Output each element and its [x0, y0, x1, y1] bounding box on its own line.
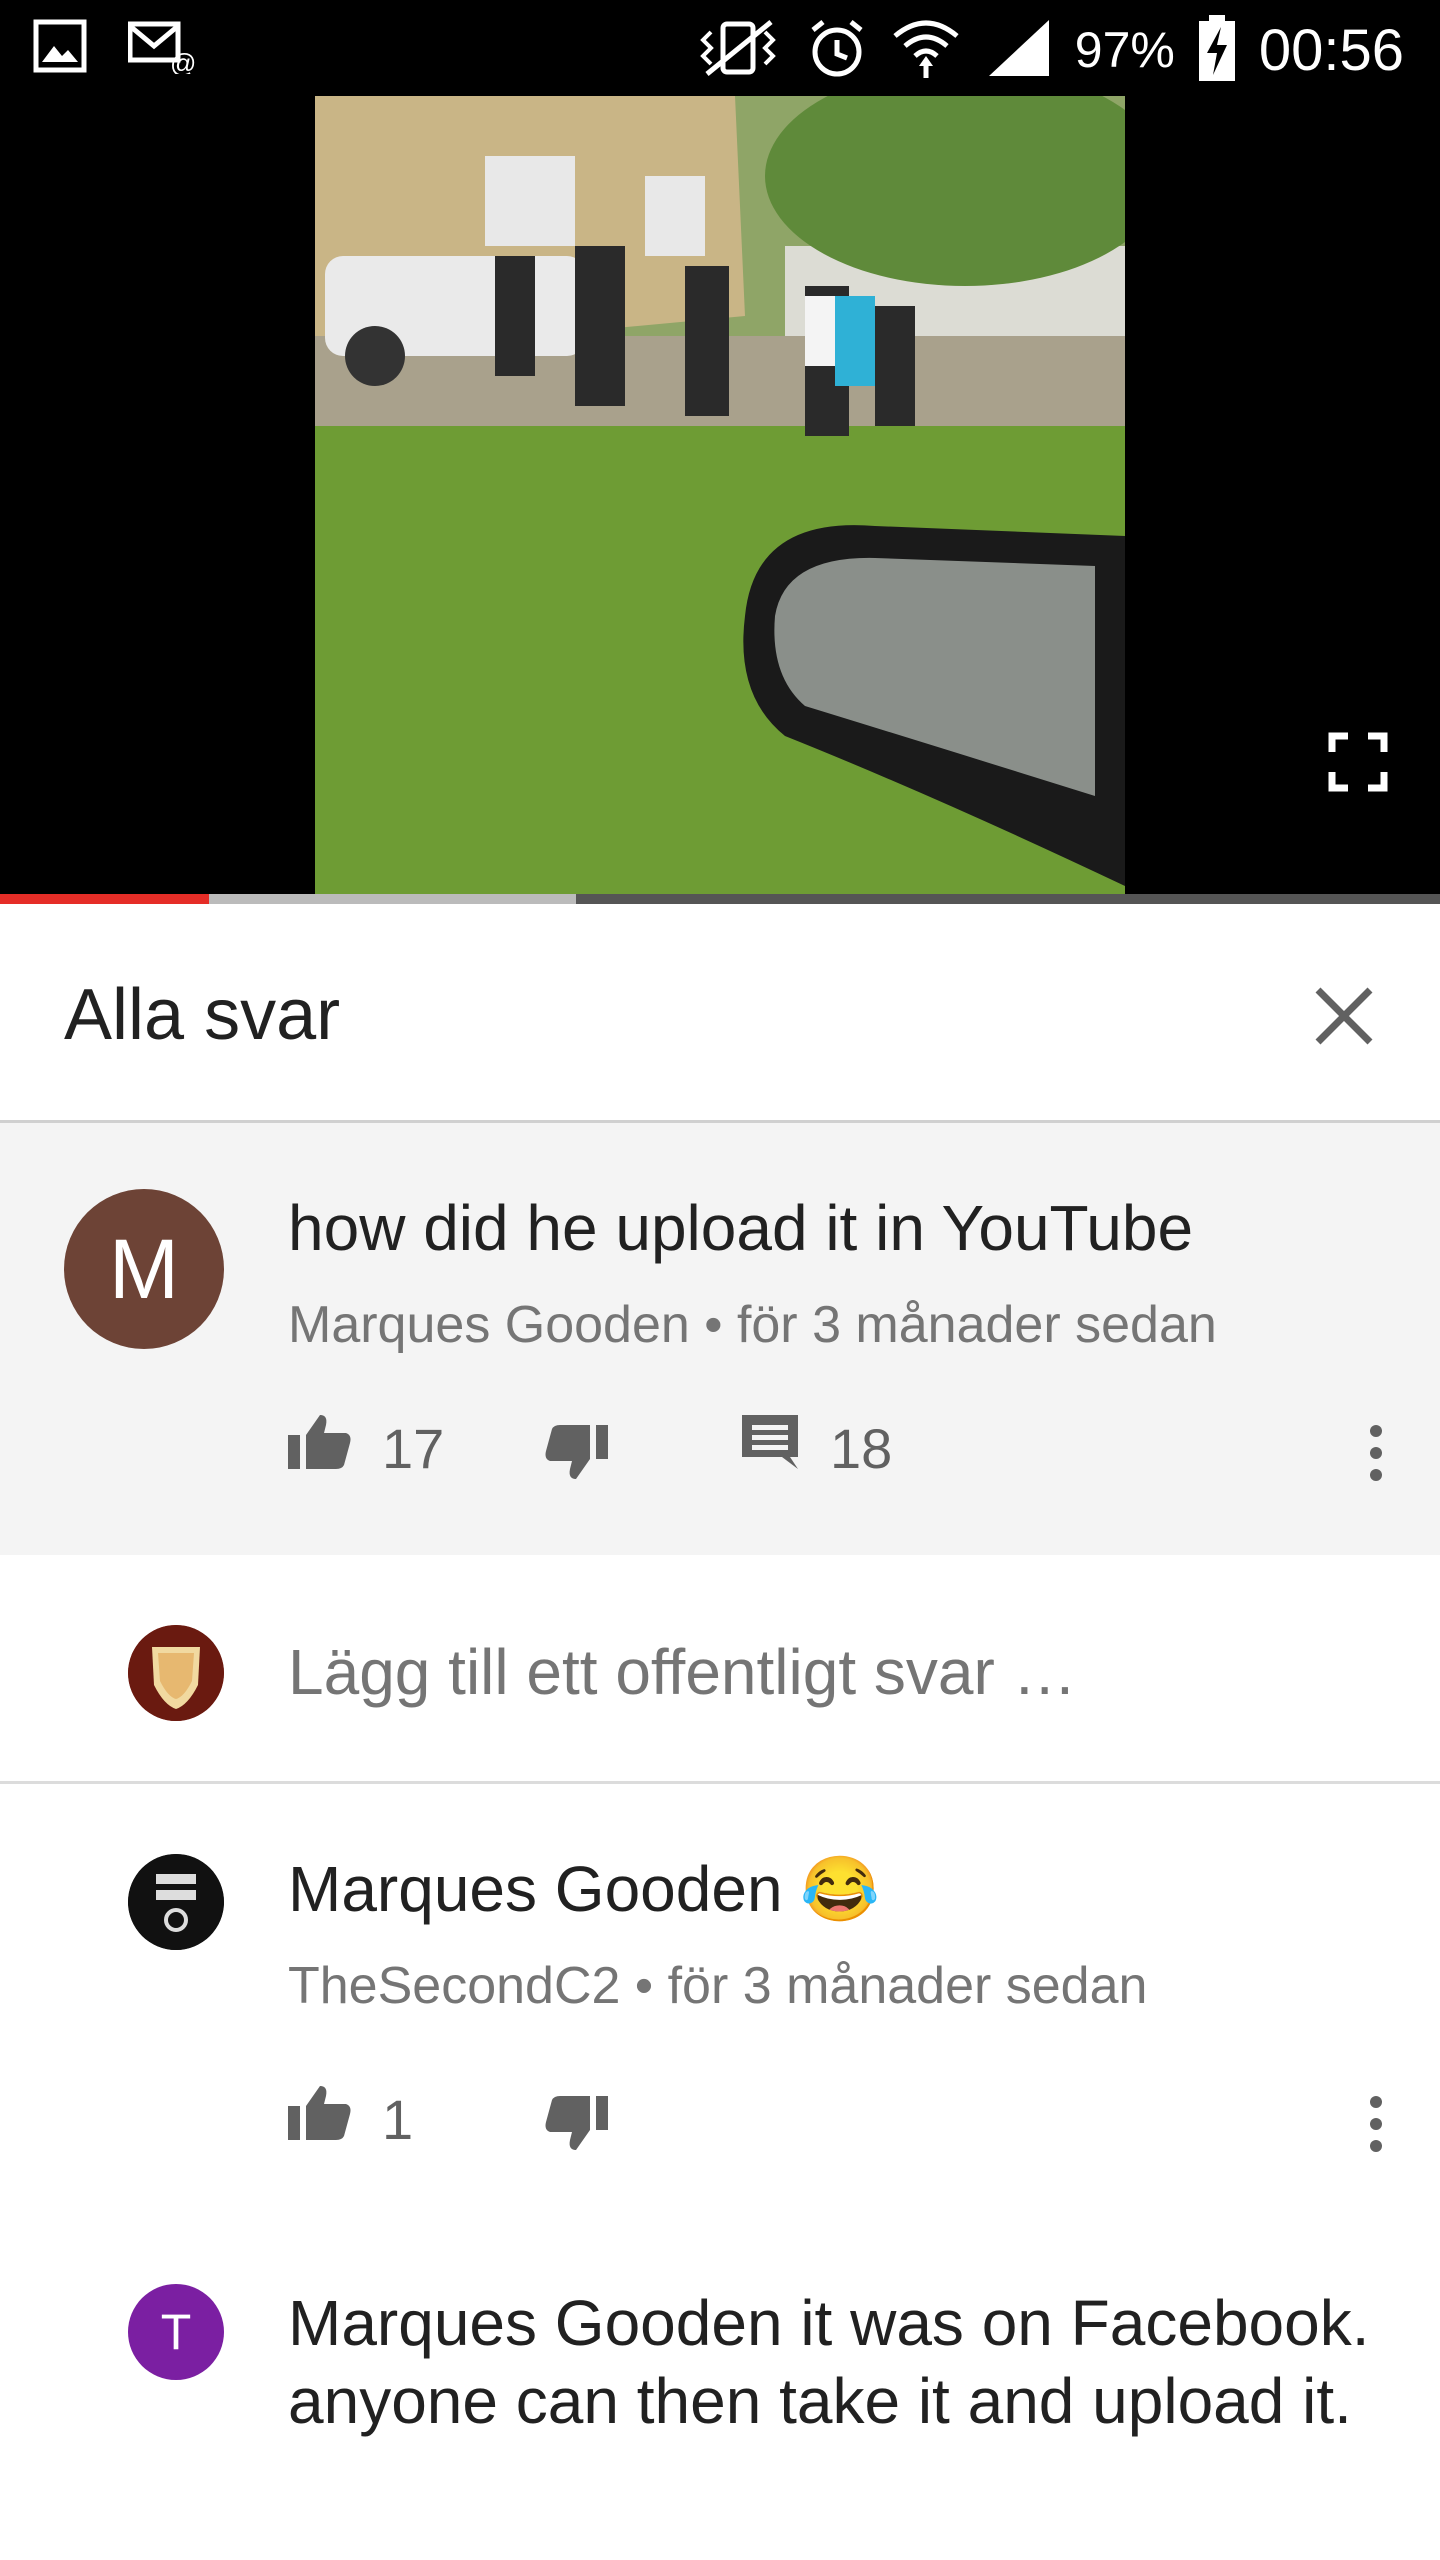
comment-author[interactable]: Marques Gooden: [288, 1296, 690, 1354]
main-comment: M how did he upload it in YouTube Marque…: [0, 1123, 1440, 1555]
comment-author[interactable]: TheSecondC2: [288, 1957, 620, 2015]
progress-played: [0, 894, 209, 904]
comment-age: för 3 månader sedan: [736, 1296, 1217, 1354]
comment-meta: TheSecondC2 • för 3 månader sedan: [288, 1956, 1147, 2016]
avatar[interactable]: [128, 1854, 224, 1950]
replies-header: Alla svar: [0, 904, 1440, 1123]
reply-count: 18: [830, 1417, 893, 1480]
meta-separator: •: [704, 1296, 723, 1354]
dislike-button[interactable]: [544, 2094, 608, 2165]
gallery-icon: [32, 18, 88, 79]
more-options-icon[interactable]: [1356, 1423, 1396, 1503]
more-options-icon[interactable]: [1356, 2094, 1396, 2174]
comment-age: för 3 månader sedan: [667, 1957, 1148, 2015]
video-player[interactable]: [0, 96, 1440, 904]
comment-meta: Marques Gooden • för 3 månader sedan: [288, 1295, 1217, 1355]
wifi-icon: [891, 16, 961, 85]
comment-text: Marques Gooden it was on Facebook. anyon…: [288, 2287, 1370, 2437]
page-title: Alla svar: [64, 975, 341, 1055]
avatar: [128, 1625, 224, 1721]
video-frame: [315, 96, 1125, 904]
like-count: 1: [382, 2088, 414, 2151]
fullscreen-icon[interactable]: [1328, 732, 1388, 792]
like-button[interactable]: 17: [288, 1413, 444, 1484]
avatar[interactable]: T: [128, 2284, 224, 2380]
comment-text: Marques Gooden 😂: [288, 1853, 880, 1925]
dislike-button[interactable]: [544, 1423, 608, 1494]
replies-button[interactable]: 18: [740, 1413, 892, 1484]
reply-item: T Marques Gooden it was on Facebook. any…: [0, 2184, 1440, 2560]
vibrate-icon: [693, 18, 783, 83]
alarm-icon: [805, 16, 869, 85]
reply-input[interactable]: [288, 1635, 1368, 1709]
thumbs-up-icon: [288, 1413, 352, 1484]
add-reply-row: [0, 1555, 1440, 1784]
comment-text: how did he upload it in YouTube: [288, 1192, 1194, 1264]
close-icon[interactable]: [1312, 984, 1376, 1048]
avatar[interactable]: M: [64, 1189, 224, 1349]
comment-icon: [740, 1413, 800, 1484]
email-notification-icon: @: [127, 18, 198, 79]
like-button[interactable]: 1: [288, 2084, 413, 2155]
signal-icon: [983, 16, 1053, 85]
video-progress-bar[interactable]: [0, 894, 1440, 904]
svg-text:@: @: [170, 48, 196, 74]
thumbs-down-icon: [544, 2094, 608, 2165]
status-bar: @ 97% 00:56: [0, 0, 1440, 96]
battery-percent: 97%: [1074, 22, 1175, 78]
clock: 00:56: [1258, 17, 1404, 83]
meta-separator: •: [634, 1957, 654, 2015]
like-count: 17: [382, 1417, 445, 1480]
thumbs-up-icon: [288, 2084, 352, 2155]
battery-charging-icon: [1197, 13, 1237, 88]
thumbs-down-icon: [544, 1423, 608, 1494]
reply-item: Marques Gooden 😂 TheSecondC2 • för 3 mån…: [0, 1784, 1440, 2184]
